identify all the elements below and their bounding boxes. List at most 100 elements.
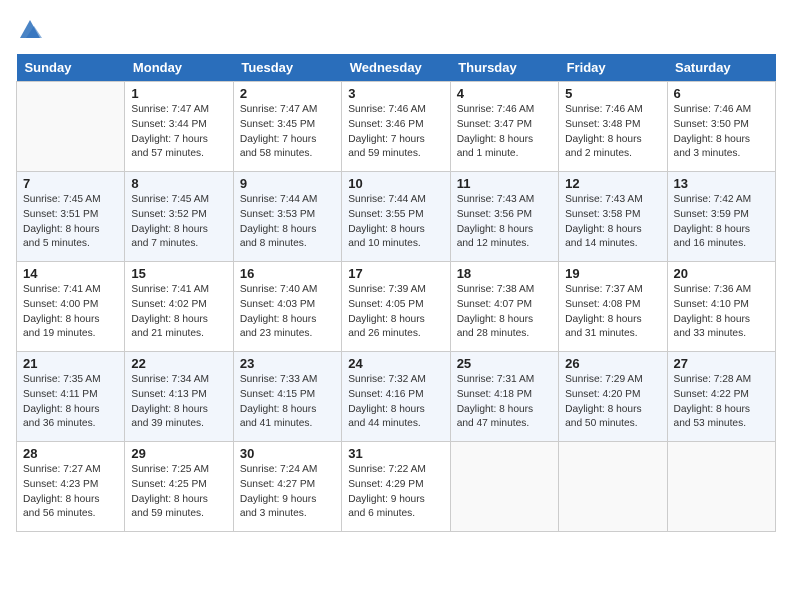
day-cell: 14Sunrise: 7:41 AM Sunset: 4:00 PM Dayli… [17, 262, 125, 352]
day-number: 29 [131, 446, 226, 461]
day-info: Sunrise: 7:33 AM Sunset: 4:15 PM Dayligh… [240, 373, 335, 432]
day-cell: 22 Sunrise: 7:34 AM Sunset: 4:13 PM Dayli… [125, 352, 233, 442]
day-number: 17 [348, 266, 443, 281]
day-cell: 29Sunrise: 7:25 AM Sunset: 4:25 PM Dayli… [125, 442, 233, 532]
day-cell: 27 Sunrise: 7:28 AM Sunset: 4:22 PM Dayli… [667, 352, 775, 442]
header-cell-monday: Monday [125, 54, 233, 82]
day-number: 7 [23, 176, 118, 191]
day-info: Sunrise: 7:39 AM Sunset: 4:05 PM Dayligh… [348, 283, 443, 342]
day-cell: 7 Sunrise: 7:45 AM Sunset: 3:51 PM Daylig… [17, 172, 125, 262]
day-info: Sunrise: 7:35 AM Sunset: 4:11 PM Dayligh… [23, 373, 118, 432]
day-number: 28 [23, 446, 118, 461]
day-number: 22 [131, 356, 226, 371]
header-row: SundayMondayTuesdayWednesdayThursdayFrid… [17, 54, 776, 82]
day-info: Sunrise: 7:45 AM Sunset: 3:51 PM Dayligh… [23, 193, 118, 252]
day-number: 23 [240, 356, 335, 371]
day-number: 6 [674, 86, 769, 101]
day-cell: 16Sunrise: 7:40 AM Sunset: 4:03 PM Dayli… [233, 262, 341, 352]
day-info: Sunrise: 7:47 AM Sunset: 3:45 PM Dayligh… [240, 103, 335, 162]
day-number: 13 [674, 176, 769, 191]
day-cell: 23 Sunrise: 7:33 AM Sunset: 4:15 PM Dayli… [233, 352, 341, 442]
day-info: Sunrise: 7:41 AM Sunset: 4:00 PM Dayligh… [23, 283, 118, 342]
day-number: 15 [131, 266, 226, 281]
day-info: Sunrise: 7:46 AM Sunset: 3:46 PM Dayligh… [348, 103, 443, 162]
day-number: 12 [565, 176, 660, 191]
calendar-body: 1Sunrise: 7:47 AM Sunset: 3:44 PM Daylig… [17, 82, 776, 532]
week-row-3: 14Sunrise: 7:41 AM Sunset: 4:00 PM Dayli… [17, 262, 776, 352]
header-cell-sunday: Sunday [17, 54, 125, 82]
logo-icon [16, 16, 44, 44]
day-cell: 18 Sunrise: 7:38 AM Sunset: 4:07 PM Dayli… [450, 262, 558, 352]
day-info: Sunrise: 7:43 AM Sunset: 3:56 PM Dayligh… [457, 193, 552, 252]
day-cell [17, 82, 125, 172]
day-cell: 11 Sunrise: 7:43 AM Sunset: 3:56 PM Dayli… [450, 172, 558, 262]
day-info: Sunrise: 7:27 AM Sunset: 4:23 PM Dayligh… [23, 463, 118, 522]
day-cell: 2 Sunrise: 7:47 AM Sunset: 3:45 PM Daylig… [233, 82, 341, 172]
day-number: 18 [457, 266, 552, 281]
header-cell-thursday: Thursday [450, 54, 558, 82]
day-number: 5 [565, 86, 660, 101]
day-info: Sunrise: 7:44 AM Sunset: 3:55 PM Dayligh… [348, 193, 443, 252]
header-cell-tuesday: Tuesday [233, 54, 341, 82]
day-info: Sunrise: 7:41 AM Sunset: 4:02 PM Dayligh… [131, 283, 226, 342]
day-number: 24 [348, 356, 443, 371]
week-row-1: 1Sunrise: 7:47 AM Sunset: 3:44 PM Daylig… [17, 82, 776, 172]
day-info: Sunrise: 7:22 AM Sunset: 4:29 PM Dayligh… [348, 463, 443, 522]
day-cell: 19Sunrise: 7:37 AM Sunset: 4:08 PM Dayli… [559, 262, 667, 352]
day-info: Sunrise: 7:43 AM Sunset: 3:58 PM Dayligh… [565, 193, 660, 252]
day-info: Sunrise: 7:46 AM Sunset: 3:47 PM Dayligh… [457, 103, 552, 162]
day-cell: 1Sunrise: 7:47 AM Sunset: 3:44 PM Daylig… [125, 82, 233, 172]
day-number: 10 [348, 176, 443, 191]
day-cell: 31 Sunrise: 7:22 AM Sunset: 4:29 PM Dayli… [342, 442, 450, 532]
day-cell: 28 Sunrise: 7:27 AM Sunset: 4:23 PM Dayli… [17, 442, 125, 532]
day-number: 3 [348, 86, 443, 101]
day-cell: 3 Sunrise: 7:46 AM Sunset: 3:46 PM Daylig… [342, 82, 450, 172]
day-number: 25 [457, 356, 552, 371]
day-cell: 6Sunrise: 7:46 AM Sunset: 3:50 PM Daylig… [667, 82, 775, 172]
day-cell: 4 Sunrise: 7:46 AM Sunset: 3:47 PM Daylig… [450, 82, 558, 172]
day-info: Sunrise: 7:32 AM Sunset: 4:16 PM Dayligh… [348, 373, 443, 432]
day-info: Sunrise: 7:31 AM Sunset: 4:18 PM Dayligh… [457, 373, 552, 432]
day-cell [559, 442, 667, 532]
header-cell-saturday: Saturday [667, 54, 775, 82]
day-cell: 26 Sunrise: 7:29 AM Sunset: 4:20 PM Dayli… [559, 352, 667, 442]
day-cell: 30Sunrise: 7:24 AM Sunset: 4:27 PM Dayli… [233, 442, 341, 532]
day-cell: 15 Sunrise: 7:41 AM Sunset: 4:02 PM Dayli… [125, 262, 233, 352]
day-cell: 17 Sunrise: 7:39 AM Sunset: 4:05 PM Dayli… [342, 262, 450, 352]
day-info: Sunrise: 7:28 AM Sunset: 4:22 PM Dayligh… [674, 373, 769, 432]
day-number: 4 [457, 86, 552, 101]
week-row-4: 21 Sunrise: 7:35 AM Sunset: 4:11 PM Dayli… [17, 352, 776, 442]
day-number: 11 [457, 176, 552, 191]
calendar-table: SundayMondayTuesdayWednesdayThursdayFrid… [16, 54, 776, 532]
day-info: Sunrise: 7:44 AM Sunset: 3:53 PM Dayligh… [240, 193, 335, 252]
day-info: Sunrise: 7:34 AM Sunset: 4:13 PM Dayligh… [131, 373, 226, 432]
day-number: 26 [565, 356, 660, 371]
day-cell: 8Sunrise: 7:45 AM Sunset: 3:52 PM Daylig… [125, 172, 233, 262]
day-number: 27 [674, 356, 769, 371]
day-cell: 25 Sunrise: 7:31 AM Sunset: 4:18 PM Dayli… [450, 352, 558, 442]
week-row-5: 28 Sunrise: 7:27 AM Sunset: 4:23 PM Dayli… [17, 442, 776, 532]
day-number: 1 [131, 86, 226, 101]
day-info: Sunrise: 7:46 AM Sunset: 3:48 PM Dayligh… [565, 103, 660, 162]
day-cell: 10 Sunrise: 7:44 AM Sunset: 3:55 PM Dayli… [342, 172, 450, 262]
day-info: Sunrise: 7:45 AM Sunset: 3:52 PM Dayligh… [131, 193, 226, 252]
day-cell [450, 442, 558, 532]
day-number: 16 [240, 266, 335, 281]
day-number: 31 [348, 446, 443, 461]
day-info: Sunrise: 7:38 AM Sunset: 4:07 PM Dayligh… [457, 283, 552, 342]
day-info: Sunrise: 7:37 AM Sunset: 4:08 PM Dayligh… [565, 283, 660, 342]
day-cell: 24 Sunrise: 7:32 AM Sunset: 4:16 PM Dayli… [342, 352, 450, 442]
day-cell: 13 Sunrise: 7:42 AM Sunset: 3:59 PM Dayli… [667, 172, 775, 262]
day-number: 2 [240, 86, 335, 101]
day-cell: 21 Sunrise: 7:35 AM Sunset: 4:11 PM Dayli… [17, 352, 125, 442]
day-info: Sunrise: 7:24 AM Sunset: 4:27 PM Dayligh… [240, 463, 335, 522]
day-cell: 12 Sunrise: 7:43 AM Sunset: 3:58 PM Dayli… [559, 172, 667, 262]
logo [16, 16, 48, 44]
day-info: Sunrise: 7:29 AM Sunset: 4:20 PM Dayligh… [565, 373, 660, 432]
day-info: Sunrise: 7:42 AM Sunset: 3:59 PM Dayligh… [674, 193, 769, 252]
day-cell: 20Sunrise: 7:36 AM Sunset: 4:10 PM Dayli… [667, 262, 775, 352]
header-cell-wednesday: Wednesday [342, 54, 450, 82]
day-number: 20 [674, 266, 769, 281]
day-cell [667, 442, 775, 532]
day-number: 21 [23, 356, 118, 371]
